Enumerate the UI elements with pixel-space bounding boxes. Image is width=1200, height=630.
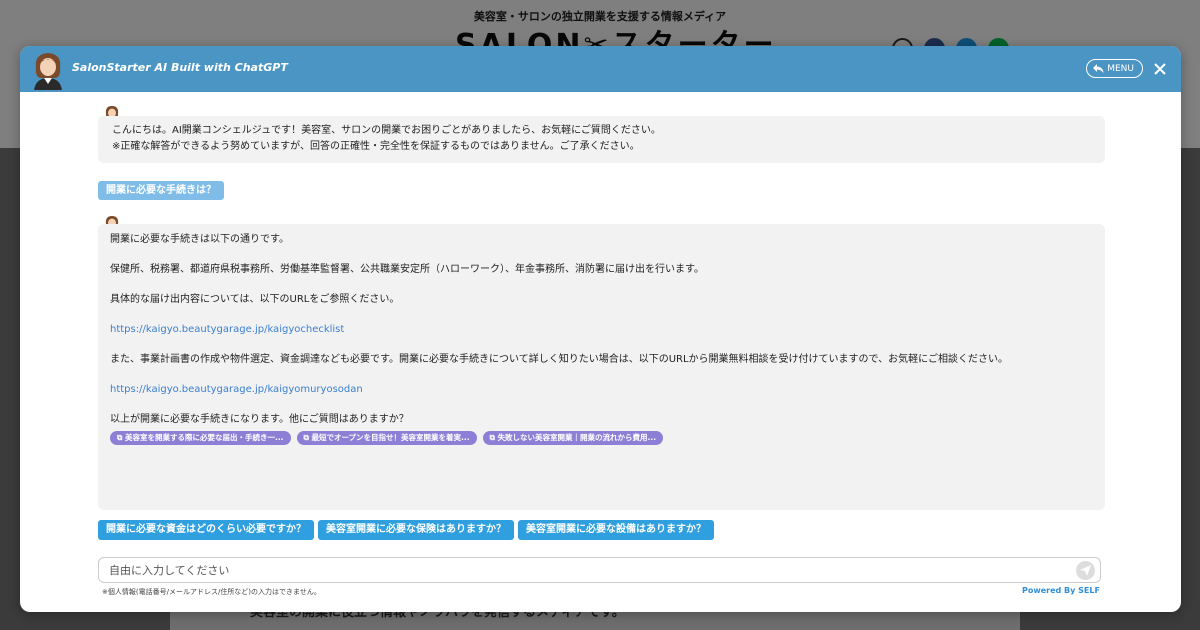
- powered-by-link[interactable]: Powered By SELF: [1022, 586, 1100, 595]
- chat-modal: SalonStarter AI Built with ChatGPT MENU …: [20, 46, 1181, 612]
- privacy-note: ※個人情報(電話番号/メールアドレス/住所など)の入力はできません。: [102, 588, 321, 596]
- chip-label: 美容室を開業する際に必要な届出・手続き一...: [124, 433, 284, 442]
- reference-chip[interactable]: ⧉ 美容室を開業する際に必要な届出・手続き一...: [110, 431, 291, 445]
- suggestion-button[interactable]: 美容室開業に必要な設備はありますか？: [518, 520, 714, 540]
- menu-button[interactable]: MENU: [1086, 59, 1143, 78]
- back-arrow-icon: [1093, 64, 1104, 73]
- suggestion-button[interactable]: 開業に必要な資金はどのくらい必要ですか？: [98, 520, 314, 540]
- chip-label: 失敗しない美容室開業｜開業の流れから費用...: [497, 433, 657, 442]
- suggestion-button[interactable]: 美容室開業に必要な保険はありますか？: [318, 520, 514, 540]
- greeting-line1: こんにちは。AI開業コンシェルジュです！美容室、サロンの開業でお困りごとがありま…: [112, 125, 661, 136]
- chip-label: 最短でオープンを目指せ！美容室開業を着実...: [311, 433, 470, 442]
- chat-log[interactable]: こんにちは。AI開業コンシェルジュです！美容室、サロンの開業でお困りごとがありま…: [20, 92, 1181, 552]
- answer-paragraph: 以上が開業に必要な手続きになります。他にご質問はありますか？: [110, 414, 409, 425]
- chat-input[interactable]: [99, 558, 1059, 582]
- suggested-questions: 開業に必要な資金はどのくらい必要ですか？ 美容室開業に必要な保険はありますか？ …: [98, 520, 714, 540]
- assistant-avatar-icon: [34, 53, 62, 90]
- chat-title: SalonStarter AI Built with ChatGPT: [72, 61, 288, 74]
- answer-paragraph: 保健所、税務署、都道府県税事務所、労働基準監督署、公共職業安定所（ハローワーク）…: [110, 264, 704, 275]
- answer-paragraph: また、事業計画書の作成や物件選定、資金調達なども必要です。開業に必要な手続きにつ…: [110, 354, 1008, 365]
- answer-paragraph: 開業に必要な手続きは以下の通りです。: [110, 234, 289, 245]
- answer-link-row: https://kaigyo.beautygarage.jp/kaigyoche…: [110, 322, 1093, 337]
- menu-label: MENU: [1107, 63, 1134, 74]
- greeting-bubble: こんにちは。AI開業コンシェルジュです！美容室、サロンの開業でお困りごとがありま…: [98, 116, 1105, 163]
- send-icon: [1080, 565, 1091, 576]
- chat-header: SalonStarter AI Built with ChatGPT MENU: [20, 46, 1181, 92]
- close-icon: [1154, 63, 1166, 75]
- consultation-link[interactable]: https://kaigyo.beautygarage.jp/kaigyomur…: [110, 384, 363, 395]
- checklist-link[interactable]: https://kaigyo.beautygarage.jp/kaigyoche…: [110, 324, 344, 335]
- answer-bubble: 開業に必要な手続きは以下の通りです。 保健所、税務署、都道府県税事務所、労働基準…: [98, 224, 1105, 510]
- chat-input-box: [98, 557, 1101, 583]
- close-button[interactable]: [1149, 57, 1171, 79]
- answer-paragraph: 具体的な届け出内容については、以下のURLをご参照ください。: [110, 294, 400, 305]
- greeting-line2: ※正確な解答ができるよう努めていますが、回答の正確性・完全性を保証するものではあ…: [112, 141, 640, 152]
- send-button[interactable]: [1076, 561, 1095, 580]
- user-message: 開業に必要な手続きは？: [98, 181, 224, 200]
- reference-chip[interactable]: ⧉ 失敗しない美容室開業｜開業の流れから費用...: [482, 431, 664, 445]
- answer-link-row: https://kaigyo.beautygarage.jp/kaigyomur…: [110, 382, 1093, 397]
- reference-chips: ⧉ 美容室を開業する際に必要な届出・手続き一... ⧉ 最短でオープンを目指せ！…: [110, 431, 1093, 445]
- reference-chip[interactable]: ⧉ 最短でオープンを目指せ！美容室開業を着実...: [296, 431, 477, 445]
